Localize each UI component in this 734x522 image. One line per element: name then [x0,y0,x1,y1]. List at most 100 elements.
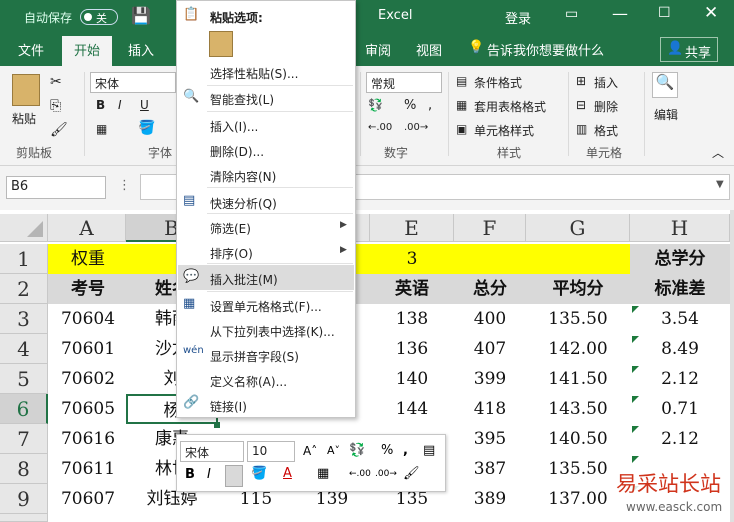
cell-f5[interactable]: 399 [454,364,526,394]
cell-a1[interactable]: 权重 [48,244,128,274]
column-header-a[interactable]: A [48,214,126,242]
cell-h6[interactable]: 0.71 [630,394,730,424]
cut-icon[interactable]: ✂ [50,74,62,90]
cell-style-button[interactable]: 单元格样式 [474,122,534,139]
cell-a7[interactable]: 70616 [48,424,128,454]
cell-e5[interactable]: 140 [370,364,454,394]
tell-me-search[interactable]: 告诉我你想要做什么 [487,40,604,59]
menu-item-filter[interactable]: 筛选(E) [210,220,251,237]
percent-style-icon[interactable]: % [381,443,393,458]
row-header-2[interactable]: 2 [0,274,48,304]
accounting-format-icon[interactable]: 💱 [349,443,365,458]
menu-item-define-name[interactable]: 定义名称(A)... [210,373,287,390]
conditional-format-button[interactable]: 条件格式 [474,74,522,91]
delete-cells-button[interactable]: 删除 [594,98,618,115]
bold-button[interactable]: B [96,98,105,112]
cell-g4[interactable]: 142.00 [526,334,630,364]
cell-e3[interactable]: 138 [370,304,454,334]
expand-formula-icon[interactable]: ▼ [716,179,724,190]
mini-align-center-icon[interactable] [225,465,243,487]
collapse-ribbon-icon[interactable]: ︿ [712,144,724,161]
column-header-f[interactable]: F [454,214,526,242]
cell-g2[interactable]: 平均分 [526,274,630,304]
percent-icon[interactable]: % [404,98,416,113]
cell-e1[interactable]: 3 [370,244,454,274]
border-icon[interactable]: ▦ [96,122,107,136]
share-button[interactable]: 👤 共享 [660,37,718,62]
cell-f9[interactable]: 389 [454,484,526,514]
cell-e4[interactable]: 136 [370,334,454,364]
column-header-g[interactable]: G [526,214,630,242]
cell-f2[interactable]: 总分 [454,274,526,304]
cell-a3[interactable]: 70604 [48,304,128,334]
row-header-5[interactable]: 5 [0,364,48,394]
comma-style-icon[interactable]: , [403,443,408,458]
italic-button[interactable]: I [118,98,122,112]
paste-option-default-icon[interactable] [209,31,233,57]
currency-icon[interactable]: 💱 [368,98,383,112]
table-format-button[interactable]: 套用表格格式 [474,98,546,115]
cell-h5[interactable]: 2.12 [630,364,730,394]
minimize-icon[interactable]: — [612,4,628,23]
cell-e6[interactable]: 144 [370,394,454,424]
save-icon[interactable]: 💾 [131,6,151,25]
mini-size-select[interactable]: 10 [247,441,295,462]
cell-a9[interactable]: 70607 [48,484,128,514]
menu-item-smart-lookup[interactable]: 智能查找(L) [210,91,274,108]
mini-border-icon[interactable]: ▦ [317,466,329,481]
menu-item-paste-special[interactable]: 选择性粘贴(S)... [210,65,298,82]
search-edit-icon[interactable]: 🔍 [652,72,678,98]
tab-view[interactable]: 视图 [416,40,442,59]
menu-item-sort[interactable]: 排序(O) [210,245,253,262]
mini-font-select[interactable]: 宋体 [180,441,244,462]
row-header-1[interactable]: 1 [0,244,48,274]
cell-g5[interactable]: 141.50 [526,364,630,394]
row-header-10[interactable] [0,514,48,522]
cell-a5[interactable]: 70602 [48,364,128,394]
cell-h2[interactable]: 标准差 [630,274,730,304]
select-all-corner[interactable] [0,214,48,242]
mini-format-painter-icon[interactable]: 🖌 [403,466,420,481]
column-header-e[interactable]: E [370,214,454,242]
insert-cells-button[interactable]: 插入 [594,74,618,91]
cell-f4[interactable]: 407 [454,334,526,364]
row-header-4[interactable]: 4 [0,334,48,364]
cell-a4[interactable]: 70601 [48,334,128,364]
grow-font-icon[interactable]: A˄ [303,444,317,458]
menu-item-link[interactable]: 链接(I) [210,398,247,415]
format-cells-button[interactable]: 格式 [594,122,618,139]
tab-file[interactable]: 文件 [18,40,44,59]
menu-item-pick-from-list[interactable]: 从下拉列表中选择(K)... [210,323,335,340]
autosave-toggle[interactable]: 关 [80,9,118,25]
name-box[interactable]: B6 [6,176,106,199]
cell-f3[interactable]: 400 [454,304,526,334]
tab-home[interactable]: 开始 [62,36,112,66]
number-format-select[interactable]: 常规 [366,72,442,93]
cell-g6[interactable]: 143.50 [526,394,630,424]
mini-italic-button[interactable]: I [207,467,211,482]
cell-e2[interactable]: 英语 [370,274,454,304]
mini-bold-button[interactable]: B [185,467,195,482]
row-header-7[interactable]: 7 [0,424,48,454]
menu-item-clear[interactable]: 清除内容(N) [210,168,276,185]
row-header-9[interactable]: 9 [0,484,48,514]
cell-a2[interactable]: 考号 [48,274,128,304]
tab-review[interactable]: 审阅 [365,40,391,59]
row-header-8[interactable]: 8 [0,454,48,484]
underline-button[interactable]: U [140,98,149,112]
cell-a6[interactable]: 70605 [48,394,128,424]
increase-decimal-icon[interactable]: ←.00 [368,122,392,133]
cell-a8[interactable]: 70611 [48,454,128,484]
menu-item-delete[interactable]: 删除(D)... [210,143,264,160]
ribbon-display-icon[interactable]: ▭ [565,6,578,22]
menu-item-format-cells[interactable]: 设置单元格格式(F)... [210,298,322,315]
menu-item-quick-analysis[interactable]: 快速分析(Q) [210,195,277,212]
row-header-6[interactable]: 6 [0,394,48,424]
mini-font-color-icon[interactable]: A [283,466,292,481]
fill-color-icon[interactable]: 🪣 [138,120,155,136]
edit-button[interactable]: 编辑 [654,106,678,123]
cell-g3[interactable]: 135.50 [526,304,630,334]
comma-icon[interactable]: , [428,98,432,113]
font-name-select[interactable]: 宋体 [90,72,176,93]
mini-decrease-decimal-icon[interactable]: .00→ [375,469,397,479]
